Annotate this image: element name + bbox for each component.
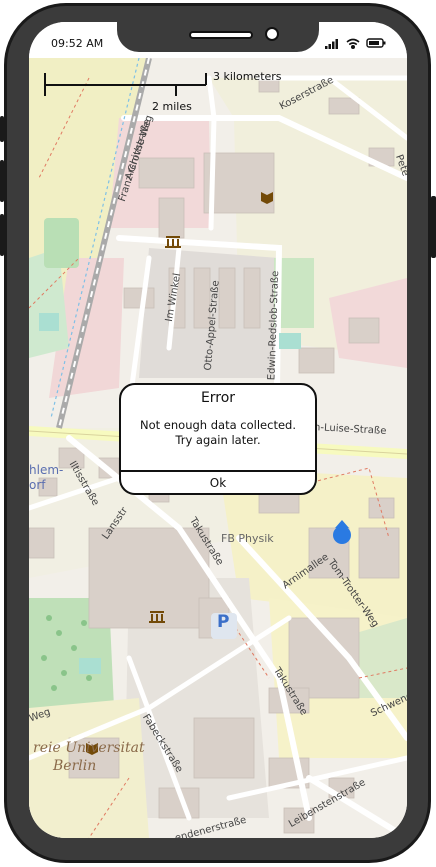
dialog-title: Error [200, 390, 236, 406]
scale-metric: 3 kilometers [213, 70, 282, 83]
dialog-message: Not enough data collected. Try again lat… [127, 418, 309, 448]
museum-icon-2 [149, 611, 165, 623]
mute-switch [0, 116, 4, 142]
error-dialog: Error Not enough data collected. Try aga… [119, 383, 317, 495]
university-label: reie Universitat [33, 740, 145, 756]
parking-icon: P [217, 612, 230, 632]
university-label-line2: Berlin [53, 758, 97, 774]
scale-imperial: 2 miles [152, 100, 192, 113]
dialog-message-line-1: Not enough data collected. [140, 418, 296, 432]
wifi-icon [346, 38, 360, 49]
battery-icon [366, 38, 386, 48]
status-time: 09:52 AM [51, 37, 104, 50]
ok-button[interactable]: Ok [121, 472, 315, 494]
place-label: hlem- [29, 463, 64, 477]
museum-icon [165, 236, 181, 248]
status-icons [325, 38, 386, 49]
speaker [189, 31, 253, 39]
place-label: orf [29, 478, 46, 492]
scale-bar-icon [44, 73, 207, 96]
poi-label-fb-physik: FB Physik [221, 532, 274, 545]
notch [117, 22, 319, 52]
power-button [431, 196, 436, 258]
dialog-message-line-2: Try again later. [175, 433, 261, 447]
volume-down-button [0, 214, 4, 256]
screen: 09:52 AM 3 kilometers 2 miles Koserstraß… [29, 22, 407, 838]
volume-up-button [0, 160, 4, 202]
signal-icon [325, 39, 338, 49]
camera [265, 27, 279, 41]
status-bar: 09:52 AM [29, 22, 407, 58]
